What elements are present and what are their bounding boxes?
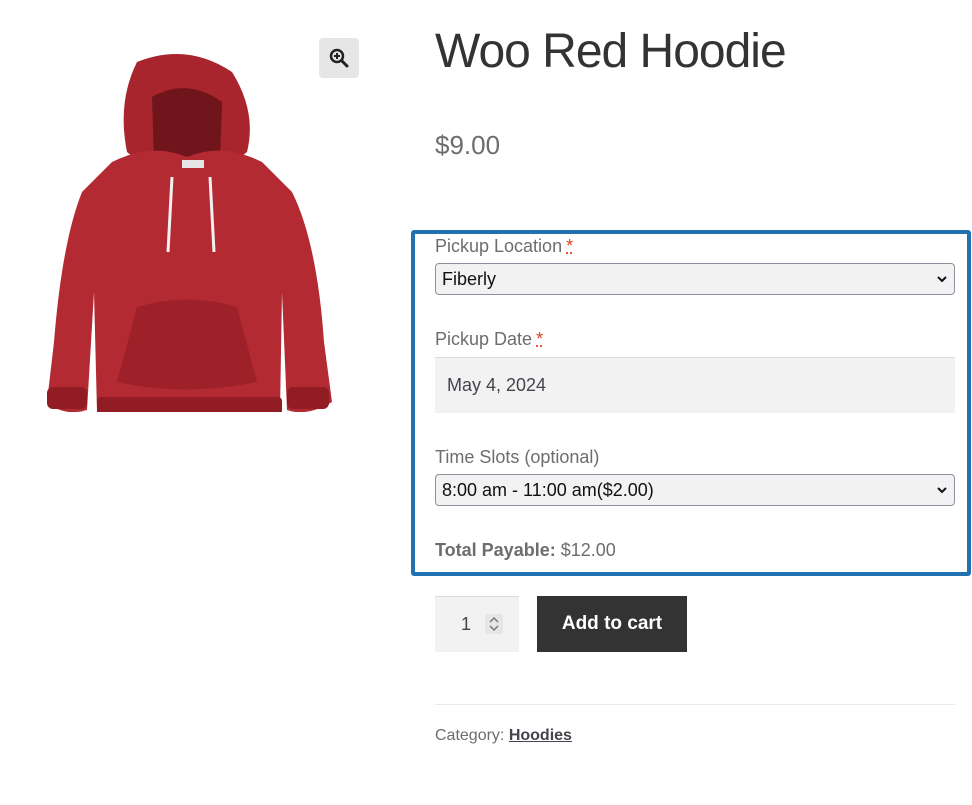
- required-mark: *: [536, 329, 544, 349]
- time-slots-value: 8:00 am - 11:00 am($2.00): [442, 479, 654, 500]
- product-image[interactable]: [42, 42, 332, 412]
- product-page: Woo Red Hoodie $9.00 Pickup Location * Fi…: [0, 0, 972, 805]
- time-slots-select[interactable]: 8:00 am - 11:00 am($2.00): [435, 474, 955, 506]
- pickup-date-input[interactable]: May 4, 2024: [435, 357, 955, 413]
- total-payable-value: $12.00: [560, 540, 616, 560]
- product-meta: Category: Hoodies: [435, 727, 572, 745]
- pickup-date-value: May 4, 2024: [447, 375, 547, 395]
- pickup-date-label-text: Pickup Date: [435, 329, 533, 349]
- pickup-location-label: Pickup Location *: [435, 236, 573, 257]
- chevron-down-icon: [937, 487, 947, 494]
- category-link[interactable]: Hoodies: [509, 727, 572, 744]
- total-payable: Total Payable: $12.00: [435, 540, 616, 561]
- product-price: $9.00: [435, 130, 501, 160]
- add-to-cart-button[interactable]: Add to cart: [537, 596, 687, 652]
- divider: [435, 704, 955, 705]
- pickup-date-label: Pickup Date *: [435, 329, 543, 350]
- product-gallery: [30, 30, 370, 430]
- pickup-location-value: Fiberly: [442, 268, 497, 289]
- pickup-location-select[interactable]: Fiberly: [435, 263, 955, 295]
- quantity-value: 1: [461, 614, 472, 634]
- total-payable-label: Total Payable:: [435, 540, 556, 560]
- pickup-location-label-text: Pickup Location: [435, 236, 563, 256]
- time-slots-label: Time Slots (optional): [435, 447, 600, 467]
- required-mark: *: [566, 236, 574, 256]
- product-title: Woo Red Hoodie: [435, 25, 787, 78]
- magnifier-plus-icon: [329, 48, 349, 68]
- quantity-stepper[interactable]: 1: [435, 596, 519, 652]
- spinner-arrows-icon[interactable]: [485, 614, 503, 634]
- chevron-down-icon: [937, 276, 947, 283]
- category-label: Category:: [435, 727, 505, 744]
